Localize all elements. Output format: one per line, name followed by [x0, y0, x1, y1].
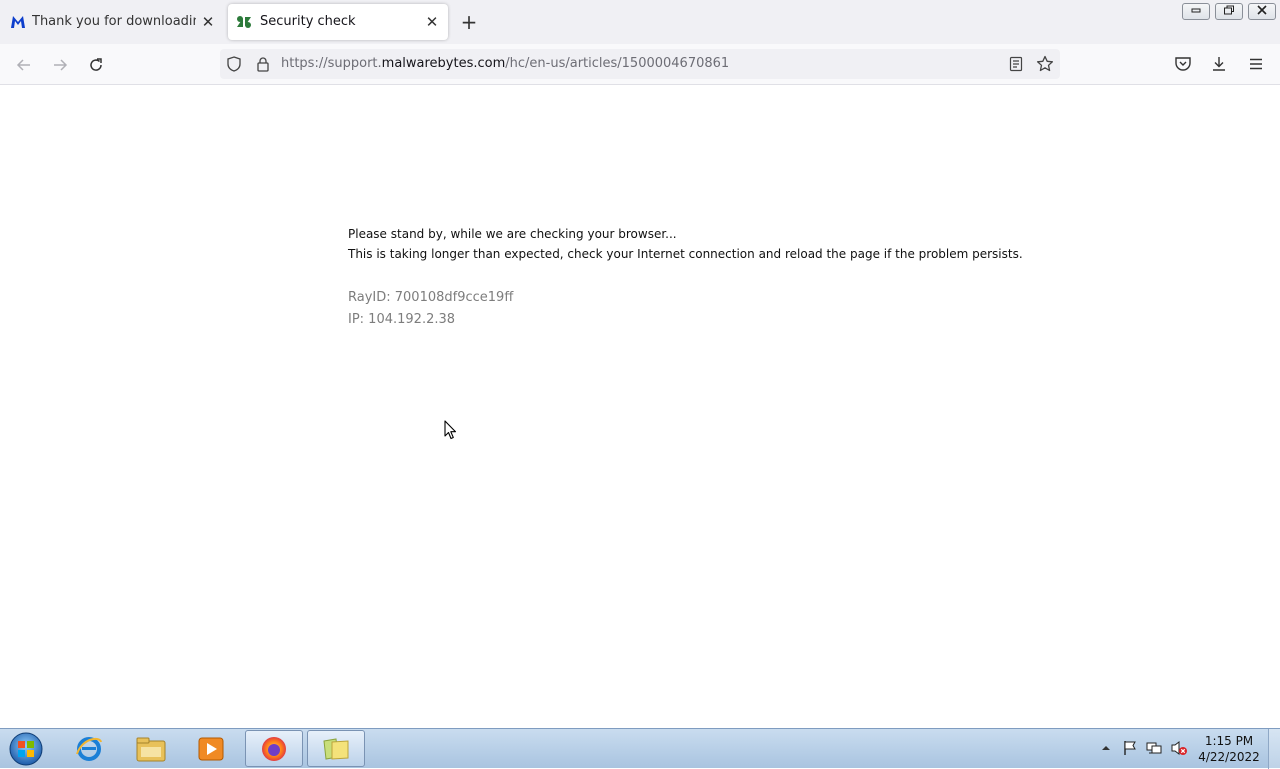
folder-window-icon — [323, 737, 349, 760]
taskbar-media-player[interactable] — [182, 730, 240, 767]
clock-date: 4/22/2022 — [1198, 750, 1260, 764]
url-bar[interactable]: https://support.malwarebytes.com/hc/en-u… — [220, 49, 1060, 79]
ray-id: RayID: 700108df9cce19ff — [348, 290, 514, 305]
restore-icon — [1224, 5, 1234, 15]
taskbar-firefox[interactable] — [245, 730, 303, 767]
taskbar-file-explorer[interactable] — [122, 730, 180, 767]
taskbar-internet-explorer[interactable] — [60, 730, 118, 767]
back-button[interactable] — [12, 53, 36, 77]
mouse-pointer-icon — [444, 420, 457, 440]
url-host: malwarebytes.com — [381, 56, 506, 71]
hamburger-menu-icon[interactable] — [1247, 55, 1265, 73]
flag-icon — [1124, 741, 1136, 755]
navigation-toolbar: https://support.malwarebytes.com/hc/en-u… — [0, 44, 1280, 85]
clock-time: 1:15 PM — [1204, 734, 1254, 748]
reader-view-icon[interactable] — [1008, 56, 1024, 72]
arrow-right-icon — [54, 59, 68, 71]
tab-strip: Thank you for downloading Ma ✕ Security … — [0, 0, 1280, 44]
minimize-icon — [1191, 8, 1201, 13]
forward-button[interactable] — [48, 53, 72, 77]
action-center-button[interactable] — [1121, 739, 1139, 757]
taking-longer-message: This is taking longer than expected, che… — [348, 247, 1023, 261]
url-scheme: https://support. — [281, 56, 382, 71]
tab-security-check[interactable]: Security check ✕ — [228, 4, 448, 40]
volume-muted-icon — [1171, 741, 1187, 755]
windows-taskbar: 1:15 PM 4/22/2022 — [0, 728, 1280, 769]
tab-thank-you[interactable]: Thank you for downloading Ma ✕ — [0, 4, 224, 40]
reload-button[interactable] — [84, 53, 108, 77]
stand-by-message: Please stand by, while we are checking y… — [348, 227, 677, 241]
tab-close-button[interactable]: ✕ — [200, 14, 216, 30]
page-content: Please stand by, while we are checking y… — [0, 85, 1280, 728]
bookmark-star-icon[interactable] — [1036, 55, 1054, 73]
url-path: /hc/en-us/articles/1500004670861 — [505, 56, 730, 71]
firefox-icon — [262, 736, 286, 761]
arrow-left-icon — [16, 59, 30, 71]
reload-icon — [90, 58, 102, 71]
media-player-icon — [198, 737, 224, 760]
download-icon[interactable] — [1210, 55, 1228, 73]
tab-title: Security check — [260, 14, 356, 29]
restore-button[interactable] — [1215, 3, 1243, 20]
show-hidden-icons-button[interactable] — [1097, 739, 1115, 757]
close-window-button[interactable] — [1248, 3, 1276, 20]
lock-icon[interactable] — [255, 56, 271, 72]
zendesk-logo-icon — [237, 16, 251, 28]
shield-icon[interactable] — [226, 56, 242, 72]
url-text[interactable]: https://support.malwarebytes.com/hc/en-u… — [281, 56, 729, 72]
volume-button[interactable] — [1170, 739, 1188, 757]
tab-title: Thank you for downloading Ma — [32, 14, 196, 29]
internet-explorer-icon — [76, 736, 102, 761]
network-button[interactable] — [1145, 739, 1163, 757]
close-icon — [1257, 5, 1267, 15]
minimize-button[interactable] — [1182, 3, 1210, 20]
show-desktop-button[interactable] — [1268, 729, 1280, 769]
file-explorer-icon — [136, 737, 166, 761]
new-tab-button[interactable]: + — [458, 11, 480, 33]
chevron-up-icon — [1102, 746, 1110, 750]
ip-address: IP: 104.192.2.38 — [348, 312, 456, 327]
taskbar-folder-window[interactable] — [307, 730, 365, 767]
taskbar-clock[interactable]: 1:15 PM 4/22/2022 — [1196, 733, 1262, 765]
network-icon — [1146, 742, 1162, 754]
start-button[interactable] — [6, 731, 46, 767]
pocket-icon[interactable] — [1174, 55, 1192, 73]
malwarebytes-logo-icon — [11, 16, 25, 28]
tab-close-button[interactable]: ✕ — [424, 14, 440, 30]
